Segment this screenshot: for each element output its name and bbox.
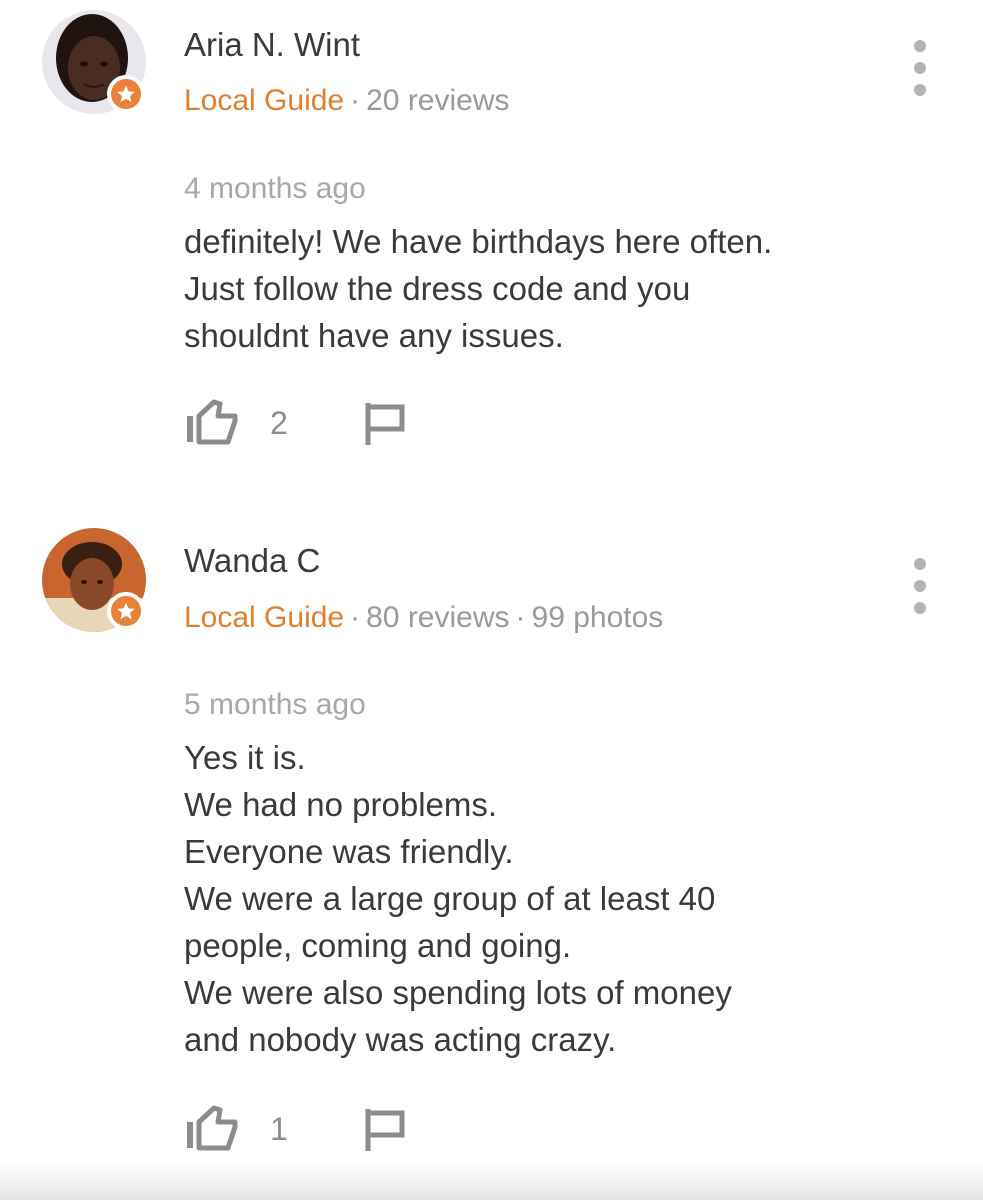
author-name[interactable]: Aria N. Wint [184,26,360,64]
star-icon [117,85,135,103]
answer-line: shouldnt have any issues. [184,317,564,354]
more-options-button[interactable] [906,558,934,614]
answer-line: definitely! We have birthdays here often… [184,223,773,260]
star-icon [117,602,135,620]
answer-line: Yes it is. [184,739,306,776]
meta-separator: · [350,601,361,634]
answer-text: Yes it is. We had no problems. Everyone … [184,734,924,1063]
thumbs-up-icon [187,399,238,445]
author-meta: Local Guide · 80 reviews · 99 photos [184,601,663,635]
more-vert-icon-dot [914,62,926,74]
answer-actions: 2 [184,398,412,448]
local-guide-label: Local Guide [184,601,345,634]
bottom-shadow [0,1164,983,1200]
answer-actions: 1 [184,1104,412,1154]
answer-date: 5 months ago [184,688,366,721]
answer-line: We had no problems. [184,786,498,823]
answer-line: Everyone was friendly. [184,833,514,870]
author-name[interactable]: Wanda C [184,542,320,580]
review-count: 80 reviews [366,601,510,634]
answer-line: and nobody was acting crazy. [184,1021,617,1058]
more-options-button[interactable] [906,40,934,96]
more-vert-icon-dot [914,40,926,52]
meta-separator: · [350,84,361,117]
like-count: 1 [270,1110,288,1147]
local-guide-badge [107,592,145,630]
like-button[interactable] [184,398,244,448]
review-count: 20 reviews [366,84,510,117]
author-meta: Local Guide · 20 reviews [184,84,510,118]
local-guide-label: Local Guide [184,84,345,117]
answer-line: Just follow the dress code and you [184,270,691,307]
more-vert-icon-dot [914,602,926,614]
like-count: 2 [270,404,288,441]
answer-text: definitely! We have birthdays here often… [184,218,924,359]
more-vert-icon-dot [914,84,926,96]
answer-card: Aria N. Wint Local Guide · 20 reviews 4 mo… [0,0,983,480]
local-guide-badge [107,75,145,113]
flag-icon [365,1109,405,1151]
answer-date: 4 months ago [184,172,366,205]
meta-separator: · [515,601,526,634]
flag-icon [365,403,405,445]
report-button[interactable] [362,398,412,448]
answer-line: We were also spending lots of money [184,974,732,1011]
answer-line: people, coming and going. [184,927,572,964]
thumbs-up-icon [187,1105,238,1151]
more-vert-icon-dot [914,580,926,592]
more-vert-icon-dot [914,558,926,570]
answer-card: Wanda C Local Guide · 80 reviews · 99 photos… [0,520,983,1200]
photo-count: 99 photos [531,601,664,634]
answer-line: We were a large group of at least 40 [184,880,716,917]
like-button[interactable] [184,1104,244,1154]
report-button[interactable] [362,1104,412,1154]
